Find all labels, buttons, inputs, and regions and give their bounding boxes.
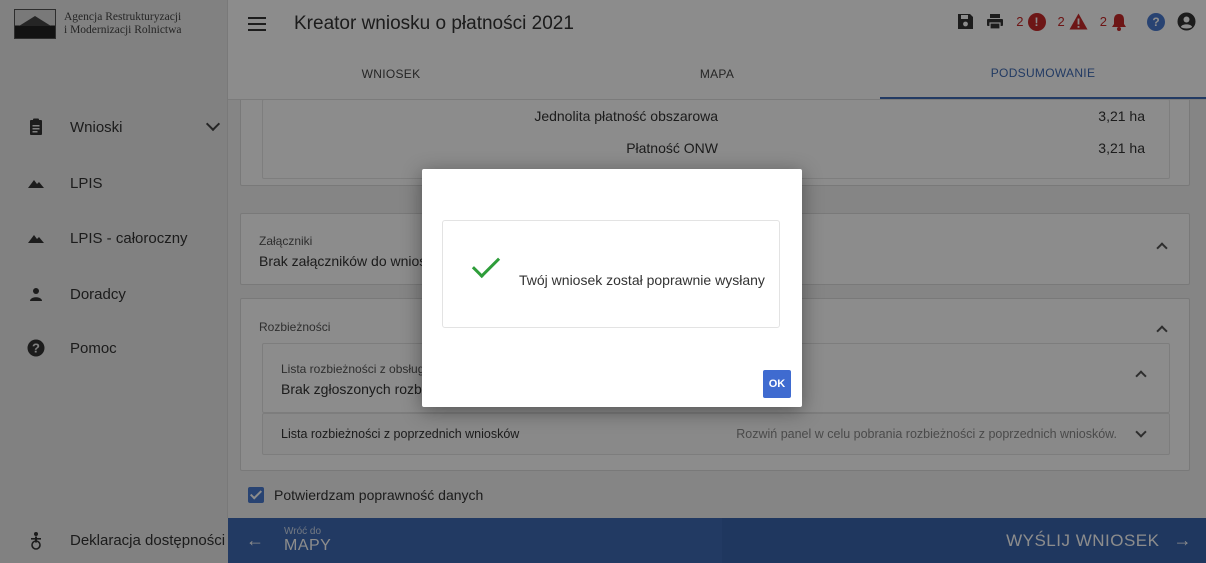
dialog-message-box: Twój wniosek został poprawnie wysłany xyxy=(442,220,780,328)
dialog-message: Twój wniosek został poprawnie wysłany xyxy=(519,272,765,288)
success-dialog: Twój wniosek został poprawnie wysłany OK xyxy=(422,169,802,407)
check-icon xyxy=(471,249,501,279)
ok-button[interactable]: OK xyxy=(763,370,791,398)
